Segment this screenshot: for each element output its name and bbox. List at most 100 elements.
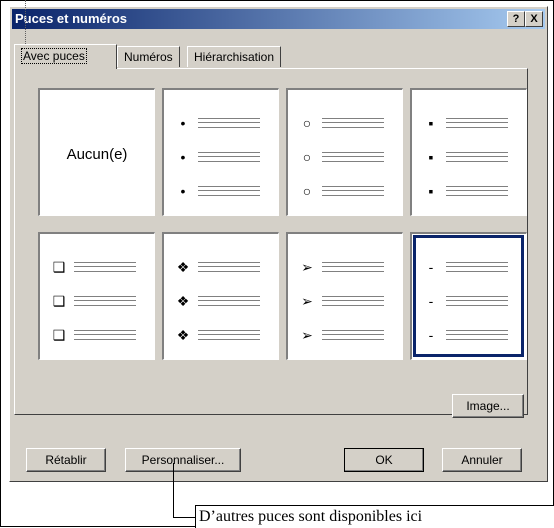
close-button[interactable]: X [525,11,543,27]
text-placeholder-line [446,305,508,306]
bullet-option-dot[interactable]: • • • [162,88,279,216]
bullet-dot-icon: • [180,183,186,199]
text-placeholder-line [198,296,260,297]
text-placeholder-line [74,305,136,306]
bullet-square-icon: ▪ [428,115,434,131]
bullet-circle-icon: ○ [302,149,312,165]
text-placeholder-line [322,339,384,340]
bullet-circle-icon: ○ [302,183,312,199]
tab-numbering[interactable]: Numéros [117,46,180,67]
text-placeholder-line [322,305,384,306]
text-placeholder-line [74,300,136,301]
text-placeholder-line [198,262,260,263]
cancel-button[interactable]: Annuler [442,448,522,472]
text-placeholder-line [446,262,508,263]
bullet-dash-icon: - [428,293,434,309]
text-placeholder-line [446,190,508,191]
reset-button[interactable]: Rétablir [26,448,106,472]
text-placeholder-line [446,195,508,196]
bullet-dot-icon: • [180,149,186,165]
text-placeholder-line [446,339,508,340]
text-placeholder-line [446,300,508,301]
bullet-diamond-icon: ❖ [176,293,190,309]
callout-pointer-foot [173,517,195,518]
text-placeholder-line [322,127,384,128]
text-placeholder-line [74,334,136,335]
image-button[interactable]: Image... [452,394,524,418]
text-placeholder-line [446,161,508,162]
bullet-arrow-icon: ➢ [301,293,313,309]
bullet-box-icon: ❑ [52,259,66,275]
ok-button[interactable]: OK [344,448,424,472]
text-placeholder-line [446,122,508,123]
title-bar[interactable]: Puces et numéros ? X [12,9,545,29]
dialog-title: Puces et numéros [15,11,127,26]
text-placeholder-line [74,330,136,331]
text-placeholder-line [198,339,260,340]
text-placeholder-line [322,296,384,297]
text-placeholder-line [198,266,260,267]
text-placeholder-line [322,266,384,267]
bullet-diamond-icon: ❖ [176,327,190,343]
text-placeholder-line [198,300,260,301]
bullet-box-icon: ❑ [52,293,66,309]
tab-bullets[interactable]: Avec puces [14,44,117,69]
text-placeholder-line [322,195,384,196]
text-placeholder-line [198,186,260,187]
callout-box: D’autres puces sont disponibles ici [195,505,554,528]
bullet-option-box[interactable]: ❑ ❑ ❑ [38,232,155,360]
bullet-option-square[interactable]: ▪ ▪ ▪ [410,88,527,216]
bullet-box-icon: ❑ [52,327,66,343]
bullet-arrow-icon: ➢ [301,327,313,343]
text-placeholder-line [198,330,260,331]
bullet-arrow-icon: ➢ [301,259,313,275]
text-placeholder-line [198,152,260,153]
text-placeholder-line [446,152,508,153]
text-placeholder-line [198,305,260,306]
text-placeholder-line [322,161,384,162]
text-placeholder-line [74,296,136,297]
bullet-dot-icon: • [180,115,186,131]
text-placeholder-line [74,266,136,267]
bullet-square-icon: ▪ [428,183,434,199]
text-placeholder-line [446,330,508,331]
text-placeholder-line [322,156,384,157]
text-placeholder-line [198,127,260,128]
bullet-none-label: Aucun(e) [66,146,128,163]
text-placeholder-line [74,271,136,272]
text-placeholder-line [74,262,136,263]
text-placeholder-line [322,334,384,335]
bullet-dash-icon: - [428,327,434,343]
tab-outline[interactable]: Hiérarchisation [187,46,282,67]
text-placeholder-line [322,122,384,123]
text-placeholder-line [198,334,260,335]
text-placeholder-line [446,271,508,272]
tab-numbering-label: Numéros [124,50,173,64]
text-placeholder-line [322,300,384,301]
text-placeholder-line [446,186,508,187]
text-placeholder-line [322,152,384,153]
tab-bullets-label: Avec puces [21,48,87,64]
text-placeholder-line [74,339,136,340]
bullet-option-diamond[interactable]: ❖ ❖ ❖ [162,232,279,360]
bullet-option-arrow[interactable]: ➢ ➢ ➢ [286,232,403,360]
text-placeholder-line [198,190,260,191]
text-placeholder-line [446,334,508,335]
text-placeholder-line [198,271,260,272]
bullet-option-none[interactable]: Aucun(e) [38,88,155,216]
text-placeholder-line [446,118,508,119]
text-placeholder-line [198,118,260,119]
bullet-option-circle[interactable]: ○ ○ ○ [286,88,403,216]
text-placeholder-line [322,262,384,263]
text-placeholder-line [446,296,508,297]
tab-outline-label: Hiérarchisation [194,50,275,64]
text-placeholder-line [198,122,260,123]
text-placeholder-line [198,156,260,157]
text-placeholder-line [446,266,508,267]
customize-button[interactable]: Personnaliser... [125,448,241,472]
bullet-option-dash[interactable]: - - - [410,232,527,360]
text-placeholder-line [446,127,508,128]
text-placeholder-line [198,195,260,196]
help-button[interactable]: ? [507,11,525,27]
bullet-diamond-icon: ❖ [176,259,190,275]
